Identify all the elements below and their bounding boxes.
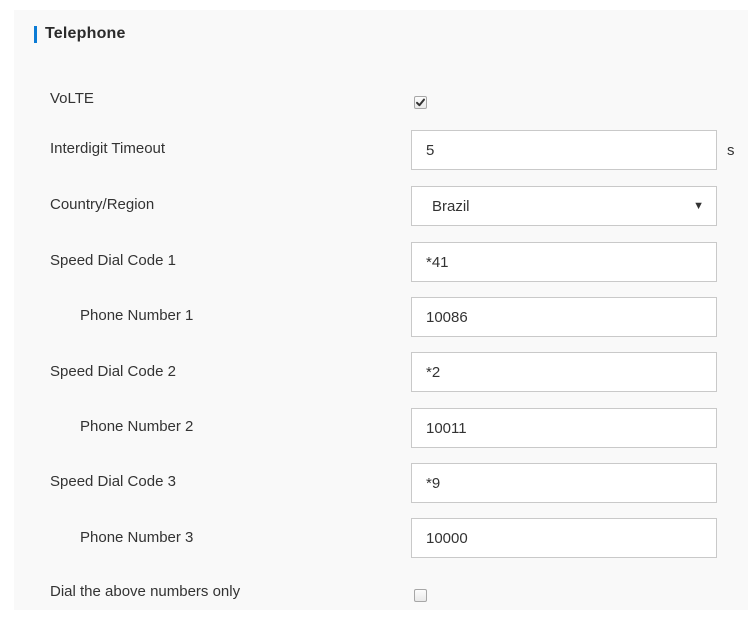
telephone-settings-panel: Telephone VoLTE Interdigit Timeout s Cou… [14,10,748,610]
phone-number-1-label: Phone Number 1 [80,307,194,324]
phone-number-3-input[interactable] [411,518,717,558]
section-header: Telephone [34,24,126,44]
volte-checkbox[interactable] [414,96,427,109]
phone-number-2-input[interactable] [411,408,717,448]
speed-dial-code-3-input[interactable] [411,463,717,503]
speed-dial-code-2-label: Speed Dial Code 2 [50,363,176,380]
caret-down-icon: ▼ [693,200,704,212]
phone-number-1-input[interactable] [411,297,717,337]
phone-number-2-label: Phone Number 2 [80,418,194,435]
interdigit-timeout-label: Interdigit Timeout [50,140,166,157]
section-title: Telephone [45,25,126,42]
speed-dial-code-3-label: Speed Dial Code 3 [50,473,176,490]
interdigit-timeout-input[interactable] [411,130,717,170]
section-accent-bar [34,25,37,43]
phone-number-3-label: Phone Number 3 [80,529,194,546]
speed-dial-code-2-input[interactable] [411,352,717,392]
country-region-select[interactable]: Brazil ▼ [411,186,717,226]
volte-label: VoLTE [50,90,94,107]
dial-only-label: Dial the above numbers only [50,583,241,600]
dial-only-checkbox[interactable] [414,589,427,602]
country-region-selected-value: Brazil [432,197,470,215]
country-region-label: Country/Region [50,196,155,213]
speed-dial-code-1-input[interactable] [411,242,717,282]
interdigit-timeout-unit: s [727,142,735,159]
speed-dial-code-1-label: Speed Dial Code 1 [50,252,176,269]
check-icon [416,98,425,107]
